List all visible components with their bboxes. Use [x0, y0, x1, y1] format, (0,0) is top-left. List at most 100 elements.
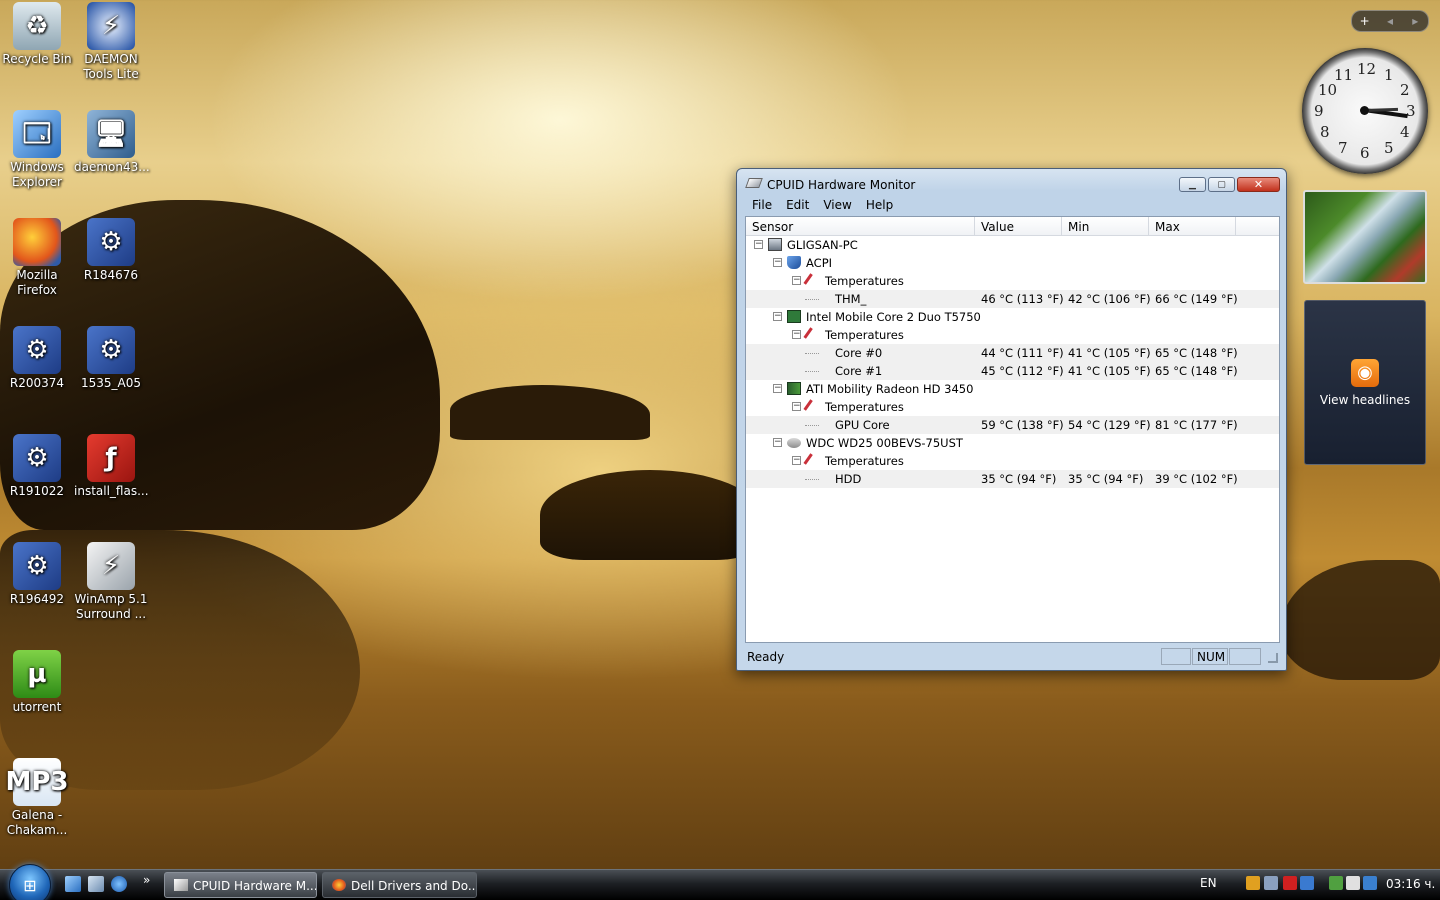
- sensor-reading-row[interactable]: Core #0 44 °C (111 °F) 41 °C (105 °F) 65 °C…: [746, 344, 1279, 362]
- window-titlebar[interactable]: CPUID Hardware Monitor ▁ ▢ ✕: [737, 169, 1286, 197]
- menu-help[interactable]: Help: [859, 197, 900, 215]
- desktop-icon[interactable]: ⚙ R191022: [0, 434, 74, 499]
- setup-icon: ⚙: [87, 326, 135, 374]
- tree-node-row[interactable]: − Temperatures: [746, 398, 1279, 416]
- taskbar-clock[interactable]: 03:16 ч.: [1386, 877, 1435, 891]
- tray-icon[interactable]: [1264, 876, 1278, 890]
- desktop-icon[interactable]: ƒ install_flas...: [74, 434, 149, 499]
- desktop-icon-label: utorrent: [12, 700, 62, 714]
- tray-icon[interactable]: [1283, 876, 1297, 890]
- desktop-icon[interactable]: ⚙ 1535_A05: [74, 326, 148, 391]
- windows-explorer-icon: 🗔: [13, 110, 61, 158]
- collapse-toggle[interactable]: −: [773, 384, 782, 393]
- language-indicator[interactable]: EN: [1200, 876, 1217, 890]
- tray-icon[interactable]: [1346, 876, 1360, 890]
- desktop-icon[interactable]: ♻ Recycle Bin: [0, 2, 74, 67]
- desktop-icon[interactable]: ⚙ R184676: [74, 218, 148, 283]
- task-button-cpuid[interactable]: CPUID Hardware M...: [164, 872, 317, 898]
- desktop-icon[interactable]: MP3 Galena - Chakam...: [0, 758, 74, 838]
- prev-page-button[interactable]: ◂: [1377, 14, 1402, 28]
- status-pane-empty: [1229, 648, 1261, 665]
- feed-headlines-gadget[interactable]: ◉ View headlines: [1304, 300, 1426, 465]
- maximize-button[interactable]: ▢: [1208, 177, 1235, 192]
- collapse-toggle[interactable]: −: [792, 402, 801, 411]
- sensor-value: 59 °C (138 °F): [981, 418, 1064, 432]
- desktop-icon-label: WinAmp 5.1 Surround ...: [74, 592, 148, 621]
- desktop-icon[interactable]: ⚡ DAEMON Tools Lite: [74, 2, 148, 82]
- quicklaunch-more-button[interactable]: »: [143, 873, 150, 887]
- menu-bar: File Edit View Help: [745, 197, 900, 215]
- tree-node-row[interactable]: − GLIGSAN-PC: [746, 236, 1279, 254]
- column-sensor[interactable]: Sensor: [746, 217, 975, 235]
- column-max[interactable]: Max: [1149, 217, 1236, 235]
- desktop-icon[interactable]: ⚡ WinAmp 5.1 Surround ...: [74, 542, 148, 622]
- sensor-reading-row[interactable]: THM_ 46 °C (113 °F) 42 °C (106 °F) 66 °C (1…: [746, 290, 1279, 308]
- desktop-icon[interactable]: Mozilla Firefox: [0, 218, 74, 298]
- collapse-toggle[interactable]: −: [773, 438, 782, 447]
- start-button[interactable]: ⊞: [9, 864, 51, 900]
- menu-file[interactable]: File: [745, 197, 779, 215]
- clock-number: 9: [1314, 102, 1324, 120]
- tray-icon[interactable]: [1363, 876, 1377, 890]
- tree-node-row[interactable]: − Temperatures: [746, 272, 1279, 290]
- tree-node-row[interactable]: − Temperatures: [746, 452, 1279, 470]
- tree-node-row[interactable]: − WDC WD25 00BEVS-75UST: [746, 434, 1279, 452]
- clock-number: 5: [1384, 139, 1394, 157]
- mp3-file-icon: MP3: [5, 758, 69, 806]
- menu-edit[interactable]: Edit: [779, 197, 816, 215]
- sensor-name: HDD: [835, 472, 862, 486]
- desktop-icon[interactable]: 🗔 Windows Explorer: [0, 110, 74, 190]
- sensor-tree[interactable]: Sensor Value Min Max − GLIGSAN-PC − ACPI − Te…: [745, 216, 1280, 643]
- desktop-icon[interactable]: ⚙ R200374: [0, 326, 74, 391]
- desktop-icon-label: Recycle Bin: [2, 52, 72, 66]
- tree-node-row[interactable]: − Intel Mobile Core 2 Duo T5750: [746, 308, 1279, 326]
- collapse-toggle[interactable]: −: [792, 456, 801, 465]
- sensor-name: ACPI: [806, 256, 833, 270]
- task-button-firefox[interactable]: Dell Drivers and Do...: [322, 872, 477, 898]
- tray-icon[interactable]: [1300, 876, 1314, 890]
- collapse-toggle[interactable]: −: [792, 276, 801, 285]
- sensor-max: 66 °C (149 °F): [1155, 292, 1238, 306]
- gpu-icon: [787, 382, 801, 395]
- column-min[interactable]: Min: [1062, 217, 1149, 235]
- sensor-name: GPU Core: [835, 418, 890, 432]
- tray-icon[interactable]: [1246, 876, 1260, 890]
- flash-installer-icon: ƒ: [87, 434, 135, 482]
- collapse-toggle[interactable]: −: [773, 258, 782, 267]
- tree-node-row[interactable]: − ACPI: [746, 254, 1279, 272]
- internet-explorer-icon[interactable]: [111, 876, 127, 892]
- clock-gadget[interactable]: 12 1 2 3 4 5 6 7 8 9 10 11: [1302, 48, 1428, 174]
- sensor-max: 65 °C (148 °F): [1155, 364, 1238, 378]
- tree-connector: [805, 425, 819, 426]
- next-page-button[interactable]: ▸: [1403, 14, 1428, 28]
- wallpaper-rock-mid: [450, 385, 650, 440]
- desktop-icon[interactable]: ⚙ R196492: [0, 542, 74, 607]
- collapse-toggle[interactable]: −: [773, 312, 782, 321]
- tree-connector: [805, 371, 819, 372]
- column-value[interactable]: Value: [975, 217, 1062, 235]
- close-button[interactable]: ✕: [1237, 177, 1280, 192]
- view-headlines-link[interactable]: View headlines: [1320, 393, 1410, 407]
- desktop-icon[interactable]: µ utorrent: [0, 650, 74, 715]
- resize-grip[interactable]: [1268, 653, 1278, 663]
- desktop-icon-label: Mozilla Firefox: [16, 268, 58, 297]
- desktop-icon-label: 1535_A05: [80, 376, 142, 390]
- show-desktop-icon[interactable]: [65, 876, 81, 892]
- tree-node-row[interactable]: − ATI Mobility Radeon HD 3450: [746, 380, 1279, 398]
- sensor-reading-row[interactable]: Core #1 45 °C (112 °F) 41 °C (105 °F) 65 °C…: [746, 362, 1279, 380]
- sensor-reading-row[interactable]: GPU Core 59 °C (138 °F) 54 °C (129 °F) 81 °…: [746, 416, 1279, 434]
- collapse-toggle[interactable]: −: [754, 240, 763, 249]
- switch-windows-icon[interactable]: [88, 876, 104, 892]
- menu-view[interactable]: View: [816, 197, 858, 215]
- sensor-reading-row[interactable]: HDD 35 °C (94 °F) 35 °C (94 °F) 39 °C (102 …: [746, 470, 1279, 488]
- tree-connector: [805, 479, 819, 480]
- tree-node-row[interactable]: − Temperatures: [746, 326, 1279, 344]
- collapse-toggle[interactable]: −: [792, 330, 801, 339]
- minimize-button[interactable]: ▁: [1179, 177, 1206, 192]
- tray-icon[interactable]: [1329, 876, 1343, 890]
- add-gadget-button[interactable]: +: [1352, 14, 1377, 28]
- slideshow-gadget[interactable]: [1303, 190, 1427, 284]
- desktop-icon[interactable]: 🖥 daemon43...: [74, 110, 150, 175]
- sensor-max: 81 °C (177 °F): [1155, 418, 1238, 432]
- sensor-name: ATI Mobility Radeon HD 3450: [806, 382, 974, 396]
